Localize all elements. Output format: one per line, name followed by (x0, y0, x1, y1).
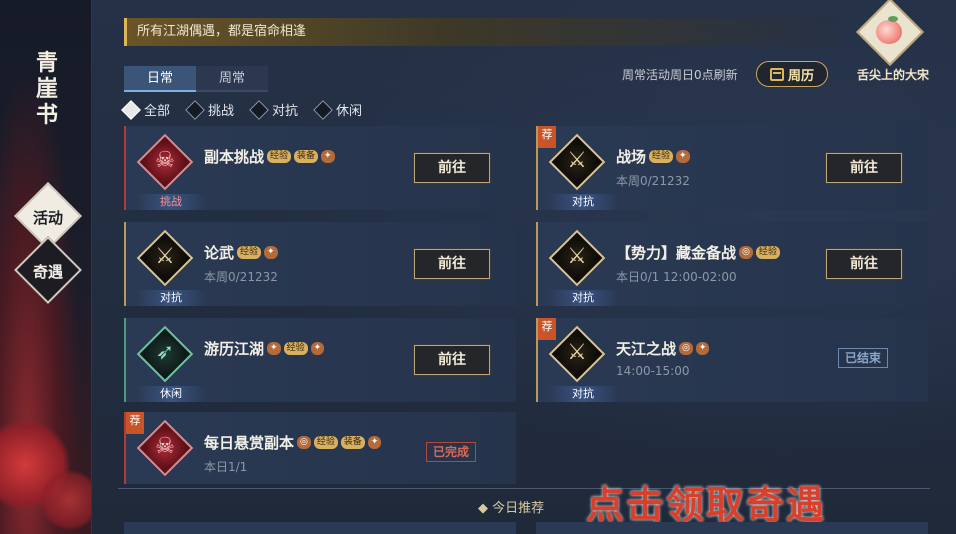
activity-card-duel: ⚔ 对抗 论武 经验 ✦ 本周0/21232 前往 (124, 222, 516, 306)
calendar-label: 周历 (787, 68, 814, 84)
tab-activities[interactable]: 活动 (18, 207, 78, 228)
coin-reward-icon: ◎ (739, 246, 753, 259)
radio-icon (249, 99, 269, 120)
filter-pvp[interactable]: 对抗 (249, 99, 299, 120)
header-banner: 所有江湖偶遇，都是宿命相逢 (124, 18, 838, 46)
go-button[interactable]: 前往 (413, 248, 491, 280)
completed-stamp: 已完成 (426, 442, 476, 462)
activity-time: 14:00-15:00 (616, 364, 690, 378)
avatar-button[interactable]: 舌尖上的大宋 (856, 0, 929, 88)
activity-title: 【势力】藏金备战 ◎ 经验 (616, 242, 780, 263)
recommend-card[interactable] (536, 522, 928, 534)
category-tag: 对抗 (136, 290, 206, 306)
go-button[interactable]: 前往 (413, 344, 491, 376)
activity-card-faction: ⚔ 对抗 【势力】藏金备战 ◎ 经验 本日0/1 12:00-02:00 前往 (536, 222, 928, 306)
activity-title: 副本挑战 经验 装备 ✦ (204, 146, 335, 167)
ended-stamp: 已结束 (838, 348, 888, 368)
calendar-icon (769, 67, 784, 81)
exp-reward-icon: 经验 (755, 246, 780, 259)
category-tag: 对抗 (548, 194, 618, 210)
filter-leisure[interactable]: 休闲 (313, 99, 363, 120)
activity-icon: ⚔ 对抗 (548, 133, 618, 210)
exp-reward-icon: 经验 (237, 246, 262, 259)
tab-daily[interactable]: 日常 (124, 66, 196, 92)
radio-icon (185, 99, 205, 120)
filter-label: 全部 (144, 104, 171, 119)
item-reward-icon: ✦ (695, 342, 710, 355)
activity-card-bounty: 荐 ☠ 每日悬赏副本 ◎ 经验 装备 ✦ 本日1/1 已完成 (124, 412, 516, 484)
activity-title: 战场 经验 ✦ (616, 146, 690, 167)
category-tag: 休闲 (136, 386, 206, 402)
go-button[interactable]: 前往 (825, 248, 903, 280)
radio-icon (313, 99, 333, 120)
activity-icon: ☠ (136, 419, 194, 480)
item-reward-icon: ✦ (264, 246, 278, 259)
activity-title: 每日悬赏副本 ◎ 经验 装备 ✦ (204, 432, 382, 453)
equip-reward-icon: 装备 (294, 150, 319, 163)
filter-challenge[interactable]: 挑战 (185, 99, 235, 120)
filter-bar: 全部 挑战 对抗 休闲 (121, 99, 363, 120)
activity-card-battlefield: 荐 ⚔ 对抗 战场 经验 ✦ 本周0/21232 前往 (536, 126, 928, 210)
tab-weekly[interactable]: 周常 (196, 66, 268, 92)
exp-reward-icon: 经验 (283, 342, 308, 355)
activity-card-travel: ➶ 休闲 游历江湖 ✦ 经验 ✦ 前往 (124, 318, 516, 402)
exp-reward-icon: 经验 (267, 150, 292, 163)
activity-icon: ➶ 休闲 (136, 325, 206, 402)
activity-progress: 本周0/21232 (616, 174, 690, 188)
activity-title: 天江之战 ◎ ✦ (616, 338, 710, 359)
filter-all[interactable]: 全部 (121, 99, 171, 120)
go-button[interactable]: 前往 (413, 152, 491, 184)
category-tag: 挑战 (136, 194, 206, 210)
activity-card-dungeon: ☠ 挑战 副本挑战 经验 装备 ✦ 前往 (124, 126, 516, 210)
book-title: 青崖书 (35, 50, 58, 128)
filter-label: 挑战 (208, 104, 235, 119)
period-tabs: 日常 周常 (124, 66, 268, 92)
activity-title: 论武 经验 ✦ (204, 242, 278, 263)
item-reward-icon: ✦ (321, 150, 335, 163)
exp-reward-icon: 经验 (313, 436, 338, 449)
activity-icon: ⚔ 对抗 (136, 229, 206, 306)
exp-reward-icon: 经验 (649, 150, 674, 163)
calendar-button[interactable]: 周历 (756, 61, 828, 87)
item-reward-icon: ✦ (676, 150, 690, 163)
item-reward-icon: ✦ (367, 436, 382, 449)
radio-icon (121, 99, 141, 120)
category-tag: 对抗 (548, 386, 618, 402)
main-panel: 所有江湖偶遇，都是宿命相逢 舌尖上的大宋 日常 周常 周常活动周日0点刷新 周历… (92, 0, 956, 534)
today-recommend-label: ◆ 今日推荐 (478, 501, 545, 516)
promo-overlay-text[interactable]: 点击领取奇遇 (586, 474, 826, 529)
equip-reward-icon: 装备 (340, 436, 365, 449)
activity-progress: 本日1/1 (204, 460, 248, 474)
activity-card-river-battle: 荐 ⚔ 对抗 天江之战 ◎ ✦ 14:00-15:00 已结束 (536, 318, 928, 402)
filter-label: 休闲 (336, 104, 363, 119)
peach-icon (876, 20, 902, 44)
lantern-decoration (40, 470, 91, 530)
activity-icon: ⚔ 对抗 (548, 229, 618, 306)
item-reward-icon: ✦ (267, 342, 281, 355)
activity-icon: ☠ 挑战 (136, 133, 206, 210)
category-tag: 对抗 (548, 290, 618, 306)
go-button[interactable]: 前往 (825, 152, 903, 184)
coin-reward-icon: ◎ (297, 436, 311, 449)
leaf-icon (888, 16, 898, 22)
avatar-label: 舌尖上的大宋 (856, 68, 929, 82)
refresh-note: 周常活动周日0点刷新 (622, 68, 738, 82)
activity-icon: ⚔ 对抗 (548, 325, 618, 402)
filter-label: 对抗 (272, 104, 299, 119)
activity-progress: 本日0/1 12:00-02:00 (616, 270, 737, 284)
sidebar: 青崖书 活动 奇遇 (0, 0, 92, 534)
activity-progress: 本周0/21232 (204, 270, 278, 284)
item-reward-icon: ✦ (310, 342, 325, 355)
recommend-card[interactable] (124, 522, 516, 534)
activity-title: 游历江湖 ✦ 经验 ✦ (204, 338, 325, 359)
coin-reward-icon: ◎ (679, 342, 693, 355)
tab-encounters[interactable]: 奇遇 (18, 261, 78, 282)
